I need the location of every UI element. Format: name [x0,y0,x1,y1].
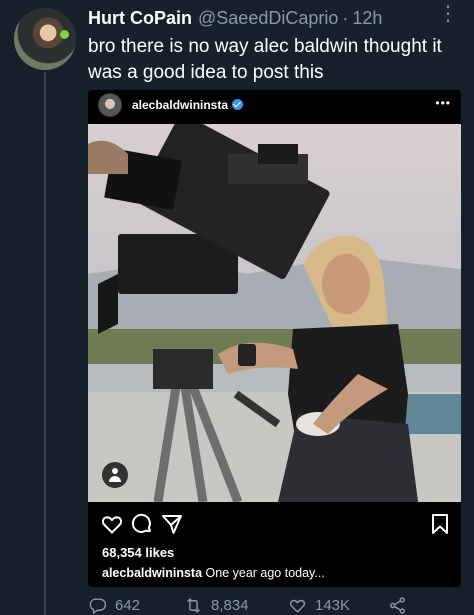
retweet-icon [187,597,200,613]
ig-avatar[interactable] [98,93,122,117]
more-dots-icon[interactable]: ⋮ [438,4,458,24]
ig-caption: alecbaldwininsta One year ago today... [102,566,325,580]
user-handle[interactable]: @SaeedDiCaprio [198,8,338,29]
embed-header: alecbaldwininsta ••• [88,90,461,120]
instagram-embed[interactable]: alecbaldwininsta ••• 68,354 likes alecba… [88,90,461,587]
comment-bubble-icon[interactable] [130,512,154,536]
avatar-accent [60,30,69,39]
thread-line [44,72,46,615]
separator: · [342,8,349,28]
paper-plane-icon[interactable] [160,512,184,536]
ig-caption-user[interactable]: alecbaldwininsta [102,566,202,580]
timestamp[interactable]: 12h [352,8,382,29]
ig-caption-text: One year ago today... [205,566,325,580]
display-name[interactable]: Hurt CoPain [88,8,192,29]
reply-button[interactable]: 642 [88,596,184,615]
share-icon [390,596,405,614]
bookmark-icon[interactable] [428,512,452,536]
tweet-actions: 642 8,834 143K [88,594,468,615]
tweet-header: Hurt CoPain @SaeedDiCaprio · 12h [88,8,464,30]
tweet-text: bro there is no way alec baldwin thought… [88,36,442,83]
retweet-button[interactable]: 8,834 [184,596,288,615]
avatar[interactable] [14,8,76,70]
ig-likes-count[interactable]: 68,354 likes [102,545,174,560]
retweet-count: 8,834 [211,596,249,614]
ig-more-icon[interactable]: ••• [435,96,451,110]
heart-outline-icon[interactable] [100,512,124,536]
reply-icon [89,597,107,614]
verified-badge-icon [232,99,244,110]
ig-action-bar [100,512,450,538]
like-button[interactable]: 143K [288,596,388,615]
heart-icon [289,599,306,613]
reply-count: 642 [115,596,141,614]
ig-username[interactable]: alecbaldwininsta [132,98,228,112]
user-tag-icon[interactable] [102,462,128,488]
ig-username-row[interactable]: alecbaldwininsta [132,98,244,112]
like-count: 143K [315,596,351,614]
share-button[interactable] [388,596,415,615]
post-photo [88,124,461,502]
